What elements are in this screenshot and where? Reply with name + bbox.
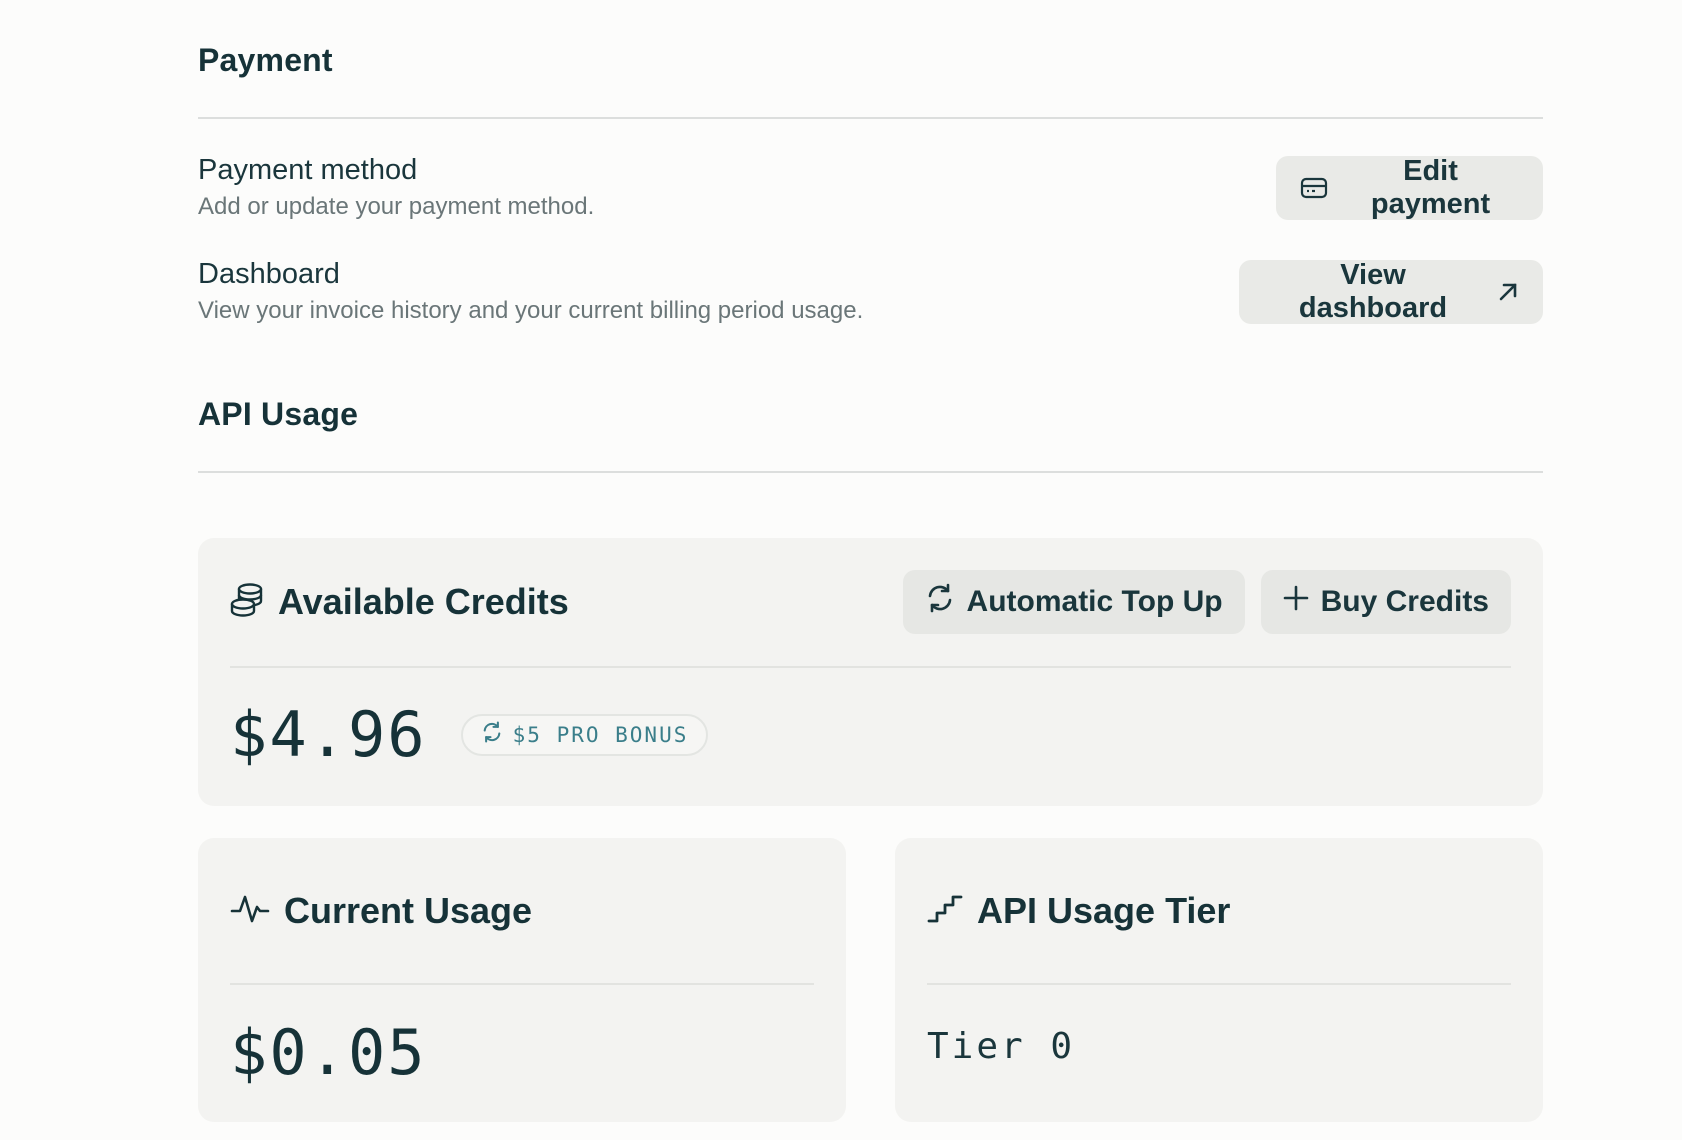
refresh-icon	[925, 583, 955, 621]
activity-pulse-icon	[230, 893, 270, 930]
credits-amount: $4.96	[230, 698, 427, 771]
edit-payment-button[interactable]: Edit payment	[1276, 155, 1543, 220]
payment-section-title: Payment	[198, 42, 333, 78]
api-usage-tier-card: API Usage Tier Tier 0	[895, 838, 1543, 1122]
plus-icon	[1283, 585, 1309, 619]
credits-actions: Automatic Top Up Buy Credits	[902, 570, 1511, 634]
api-usage-section-title: API Usage	[198, 396, 359, 432]
buy-credits-label: Buy Credits	[1320, 585, 1489, 618]
buy-credits-button[interactable]: Buy Credits	[1260, 570, 1511, 634]
current-usage-header: Current Usage	[230, 838, 814, 984]
api-usage-tier-title: API Usage Tier	[977, 890, 1231, 931]
stairs-icon	[927, 893, 963, 930]
automatic-top-up-label: Automatic Top Up	[966, 585, 1223, 618]
available-credits-card: Available Credits Automatic Top Up Buy C…	[198, 538, 1543, 806]
credits-card-title: Available Credits	[278, 581, 569, 622]
view-dashboard-button[interactable]: View dashboard	[1239, 259, 1543, 324]
dashboard-row: Dashboard View your invoice history and …	[198, 258, 1543, 328]
refresh-icon	[481, 721, 503, 748]
current-usage-card: Current Usage $0.05	[198, 838, 846, 1122]
api-usage-divider	[198, 471, 1543, 473]
payment-divider	[198, 117, 1543, 119]
api-usage-tier-divider	[927, 983, 1511, 985]
current-usage-divider	[230, 983, 814, 985]
current-usage-title: Current Usage	[284, 890, 533, 931]
payment-method-row: Payment method Add or update your paymen…	[198, 154, 1543, 224]
arrow-up-right-icon	[1497, 281, 1519, 303]
automatic-top-up-button[interactable]: Automatic Top Up	[902, 570, 1245, 634]
pro-bonus-badge: $5 PRO BONUS	[460, 713, 709, 756]
coins-stack-icon	[230, 582, 264, 623]
api-usage-tier-value: Tier 0	[927, 1026, 1076, 1067]
credits-body: $4.96 $5 PRO BONUS	[230, 698, 709, 771]
credits-card-header: Available Credits Automatic Top Up Buy C…	[230, 538, 1511, 666]
pro-bonus-label: $5 PRO BONUS	[512, 722, 689, 747]
edit-payment-label: Edit payment	[1370, 155, 1491, 220]
credits-card-divider	[230, 666, 1511, 668]
api-usage-tier-header: API Usage Tier	[927, 838, 1511, 984]
current-usage-amount: $0.05	[230, 1016, 427, 1089]
view-dashboard-label: View dashboard	[1298, 259, 1448, 324]
credit-card-icon	[1300, 176, 1328, 200]
billing-page: Payment Payment method Add or update you…	[0, 0, 1682, 1140]
